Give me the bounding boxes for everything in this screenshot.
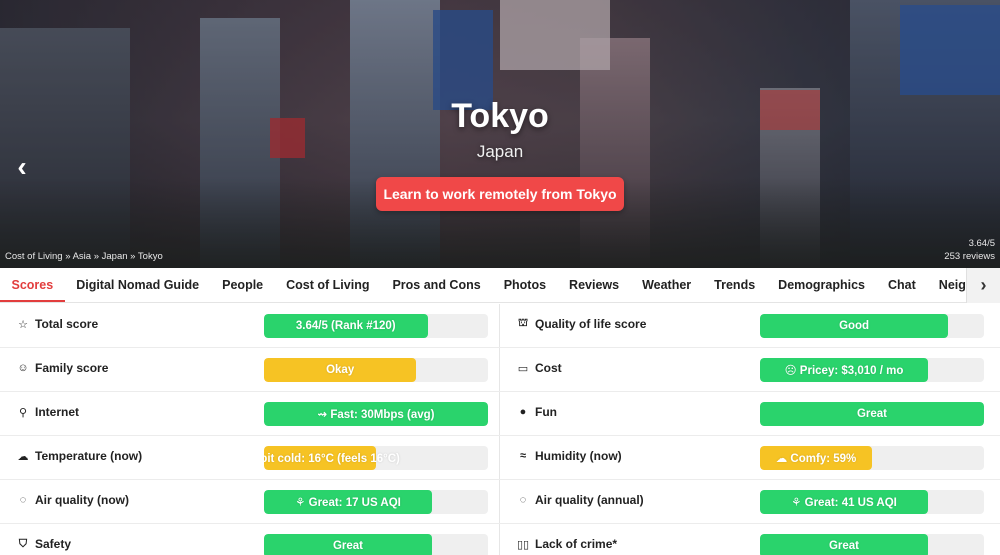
score-bar[interactable]: ☁ Comfy: 59% bbox=[760, 446, 984, 470]
score-row[interactable]: ● Fun Great bbox=[500, 392, 1000, 436]
scores-column-left: ☆ Total score 3.64/5 (Rank #120) ☺ Family sc… bbox=[0, 304, 500, 555]
score-row[interactable]: ▯▯ Lack of crime* Great bbox=[500, 524, 1000, 555]
score-label: ☆ Total score bbox=[17, 317, 98, 331]
wind-icon: ◌ bbox=[519, 494, 527, 506]
score-bar[interactable]: Great bbox=[264, 534, 488, 555]
score-bar[interactable]: Good bbox=[760, 314, 984, 338]
cloud-icon: ☁ bbox=[17, 450, 29, 463]
score-bar[interactable]: 3.64/5 (Rank #120) bbox=[264, 314, 488, 338]
party-icon: ● bbox=[519, 406, 527, 418]
wind-icon: ◌ bbox=[19, 494, 27, 506]
handcuffs-icon: ▯▯ bbox=[516, 538, 530, 551]
score-label-text: Internet bbox=[35, 405, 80, 419]
score-label: ● Fun bbox=[517, 405, 557, 419]
score-label-text: Cost bbox=[535, 361, 562, 375]
score-value: 3.64/5 (Rank #120) bbox=[295, 320, 396, 332]
tab-photos[interactable]: Photos bbox=[492, 268, 557, 302]
score-bar[interactable]: ⚘ Great: 17 US AQI bbox=[264, 490, 488, 514]
humidity-icon: ≈ bbox=[519, 450, 527, 462]
score-bar[interactable]: Okay bbox=[264, 358, 488, 382]
hero-banner: ‹ Tokyo Japan Learn to work remotely fro… bbox=[0, 0, 1000, 268]
score-row[interactable]: ▭ Cost ☹ Pricey: $3,010 / mo bbox=[500, 348, 1000, 392]
tab-people[interactable]: People bbox=[211, 268, 275, 302]
score-label: ⛫ Quality of life score bbox=[517, 317, 646, 331]
score-value: Good bbox=[839, 320, 870, 332]
score-row[interactable]: ☆ Total score 3.64/5 (Rank #120) bbox=[0, 304, 500, 348]
score-label: ▯▯ Lack of crime* bbox=[517, 537, 617, 551]
score-label-text: Humidity (now) bbox=[535, 449, 622, 463]
score-bar[interactable]: Great bbox=[760, 534, 984, 555]
score-value: ⇝ Fast: 30Mbps (avg) bbox=[317, 409, 435, 421]
review-count[interactable]: 253 reviews bbox=[944, 250, 995, 263]
score-value: ☹ Pricey: $3,010 / mo bbox=[784, 365, 904, 377]
building-icon: ⛫ bbox=[517, 317, 529, 329]
score-row[interactable]: ◌ Air quality (now) ⚘ Great: 17 US AQI bbox=[0, 480, 500, 524]
score-label-text: Air quality (annual) bbox=[535, 493, 644, 507]
score-row[interactable]: ◌ Air quality (annual) ⚘ Great: 41 US AQI bbox=[500, 480, 1000, 524]
score-value: Great bbox=[828, 540, 860, 552]
score-label: ⚲ Internet bbox=[17, 405, 79, 419]
score-value: ⚘ Great: 17 US AQI bbox=[295, 497, 401, 509]
score-row[interactable]: ☺ Family score Okay bbox=[0, 348, 500, 392]
tab-pros-and-cons[interactable]: Pros and Cons bbox=[381, 268, 492, 302]
rating-summary: 3.64/5 253 reviews bbox=[944, 237, 995, 263]
tab-reviews[interactable]: Reviews bbox=[558, 268, 631, 302]
score-row[interactable]: ⛉ Safety Great bbox=[0, 524, 500, 555]
tab-chat[interactable]: Chat bbox=[877, 268, 928, 302]
score-label-text: Safety bbox=[35, 537, 72, 551]
score-label-text: Total score bbox=[35, 317, 99, 331]
score-label-text: Quality of life score bbox=[535, 317, 647, 331]
score-row[interactable]: ⛫ Quality of life score Good bbox=[500, 304, 1000, 348]
tab-cost-of-living[interactable]: Cost of Living bbox=[275, 268, 381, 302]
tab-trends[interactable]: Trends bbox=[703, 268, 767, 302]
learn-remote-work-button[interactable]: Learn to work remotely from Tokyo bbox=[376, 177, 624, 211]
score-label-text: Fun bbox=[535, 405, 557, 419]
scores-grid: ☆ Total score 3.64/5 (Rank #120) ☺ Family sc… bbox=[0, 304, 1000, 555]
score-value: Great bbox=[856, 408, 888, 420]
score-bar[interactable]: ▯ A bit cold: 16°C (feels 16°C) bbox=[264, 446, 488, 470]
score-label: ▭ Cost bbox=[517, 361, 562, 375]
score-value: Great bbox=[332, 540, 364, 552]
country-subtitle: Japan bbox=[476, 142, 524, 161]
score-label: ≈ Humidity (now) bbox=[517, 449, 622, 463]
satellite-icon: ⚲ bbox=[18, 406, 28, 419]
score-row[interactable]: ☁ Temperature (now) ▯ A bit cold: 16°C (fe… bbox=[0, 436, 500, 480]
score-bar[interactable]: ⚘ Great: 41 US AQI bbox=[760, 490, 984, 514]
baby-icon: ☺ bbox=[17, 362, 29, 374]
scores-column-right: ⛫ Quality of life score Good ▭ Cost ☹ Pricey:… bbox=[500, 304, 1000, 555]
rating-value: 3.64/5 bbox=[968, 238, 995, 249]
tabs-next-chevron-icon[interactable]: › bbox=[966, 268, 1000, 303]
tab-digital-nomad-guide[interactable]: Digital Nomad Guide bbox=[65, 268, 211, 302]
breadcrumb[interactable]: Cost of Living » Asia » Japan » Tokyo bbox=[5, 251, 163, 262]
score-label: ◌ Air quality (annual) bbox=[517, 493, 644, 507]
score-label-text: Temperature (now) bbox=[35, 449, 143, 463]
star-icon: ☆ bbox=[18, 318, 28, 331]
score-row[interactable]: ⚲ Internet ⇝ Fast: 30Mbps (avg) bbox=[0, 392, 500, 436]
score-bar[interactable]: ☹ Pricey: $3,010 / mo bbox=[760, 358, 984, 382]
city-title: Tokyo bbox=[451, 97, 549, 135]
section-tabs: Scores Digital Nomad Guide People Cost of L… bbox=[0, 268, 1000, 303]
score-value: ☁ Comfy: 59% bbox=[775, 453, 857, 465]
tab-weather[interactable]: Weather bbox=[631, 268, 703, 302]
score-row[interactable]: ≈ Humidity (now) ☁ Comfy: 59% bbox=[500, 436, 1000, 480]
score-value: ⚘ Great: 41 US AQI bbox=[791, 497, 897, 509]
score-label: ⛉ Safety bbox=[17, 537, 71, 551]
score-label: ☁ Temperature (now) bbox=[17, 449, 143, 463]
money-icon: ▭ bbox=[517, 362, 529, 375]
score-label: ◌ Air quality (now) bbox=[17, 493, 129, 507]
tab-scores[interactable]: Scores bbox=[0, 268, 65, 302]
score-value: ▯ A bit cold: 16°C (feels 16°C) bbox=[264, 453, 400, 465]
score-label-text: Family score bbox=[35, 361, 109, 375]
score-label: ☺ Family score bbox=[17, 361, 108, 375]
tab-demographics[interactable]: Demographics bbox=[767, 268, 877, 302]
score-value: Okay bbox=[326, 364, 355, 376]
score-bar[interactable]: Great bbox=[760, 402, 984, 426]
score-label-text: Lack of crime* bbox=[535, 537, 618, 551]
score-label-text: Air quality (now) bbox=[35, 493, 129, 507]
police-icon: ⛉ bbox=[18, 537, 28, 550]
score-bar[interactable]: ⇝ Fast: 30Mbps (avg) bbox=[264, 402, 488, 426]
